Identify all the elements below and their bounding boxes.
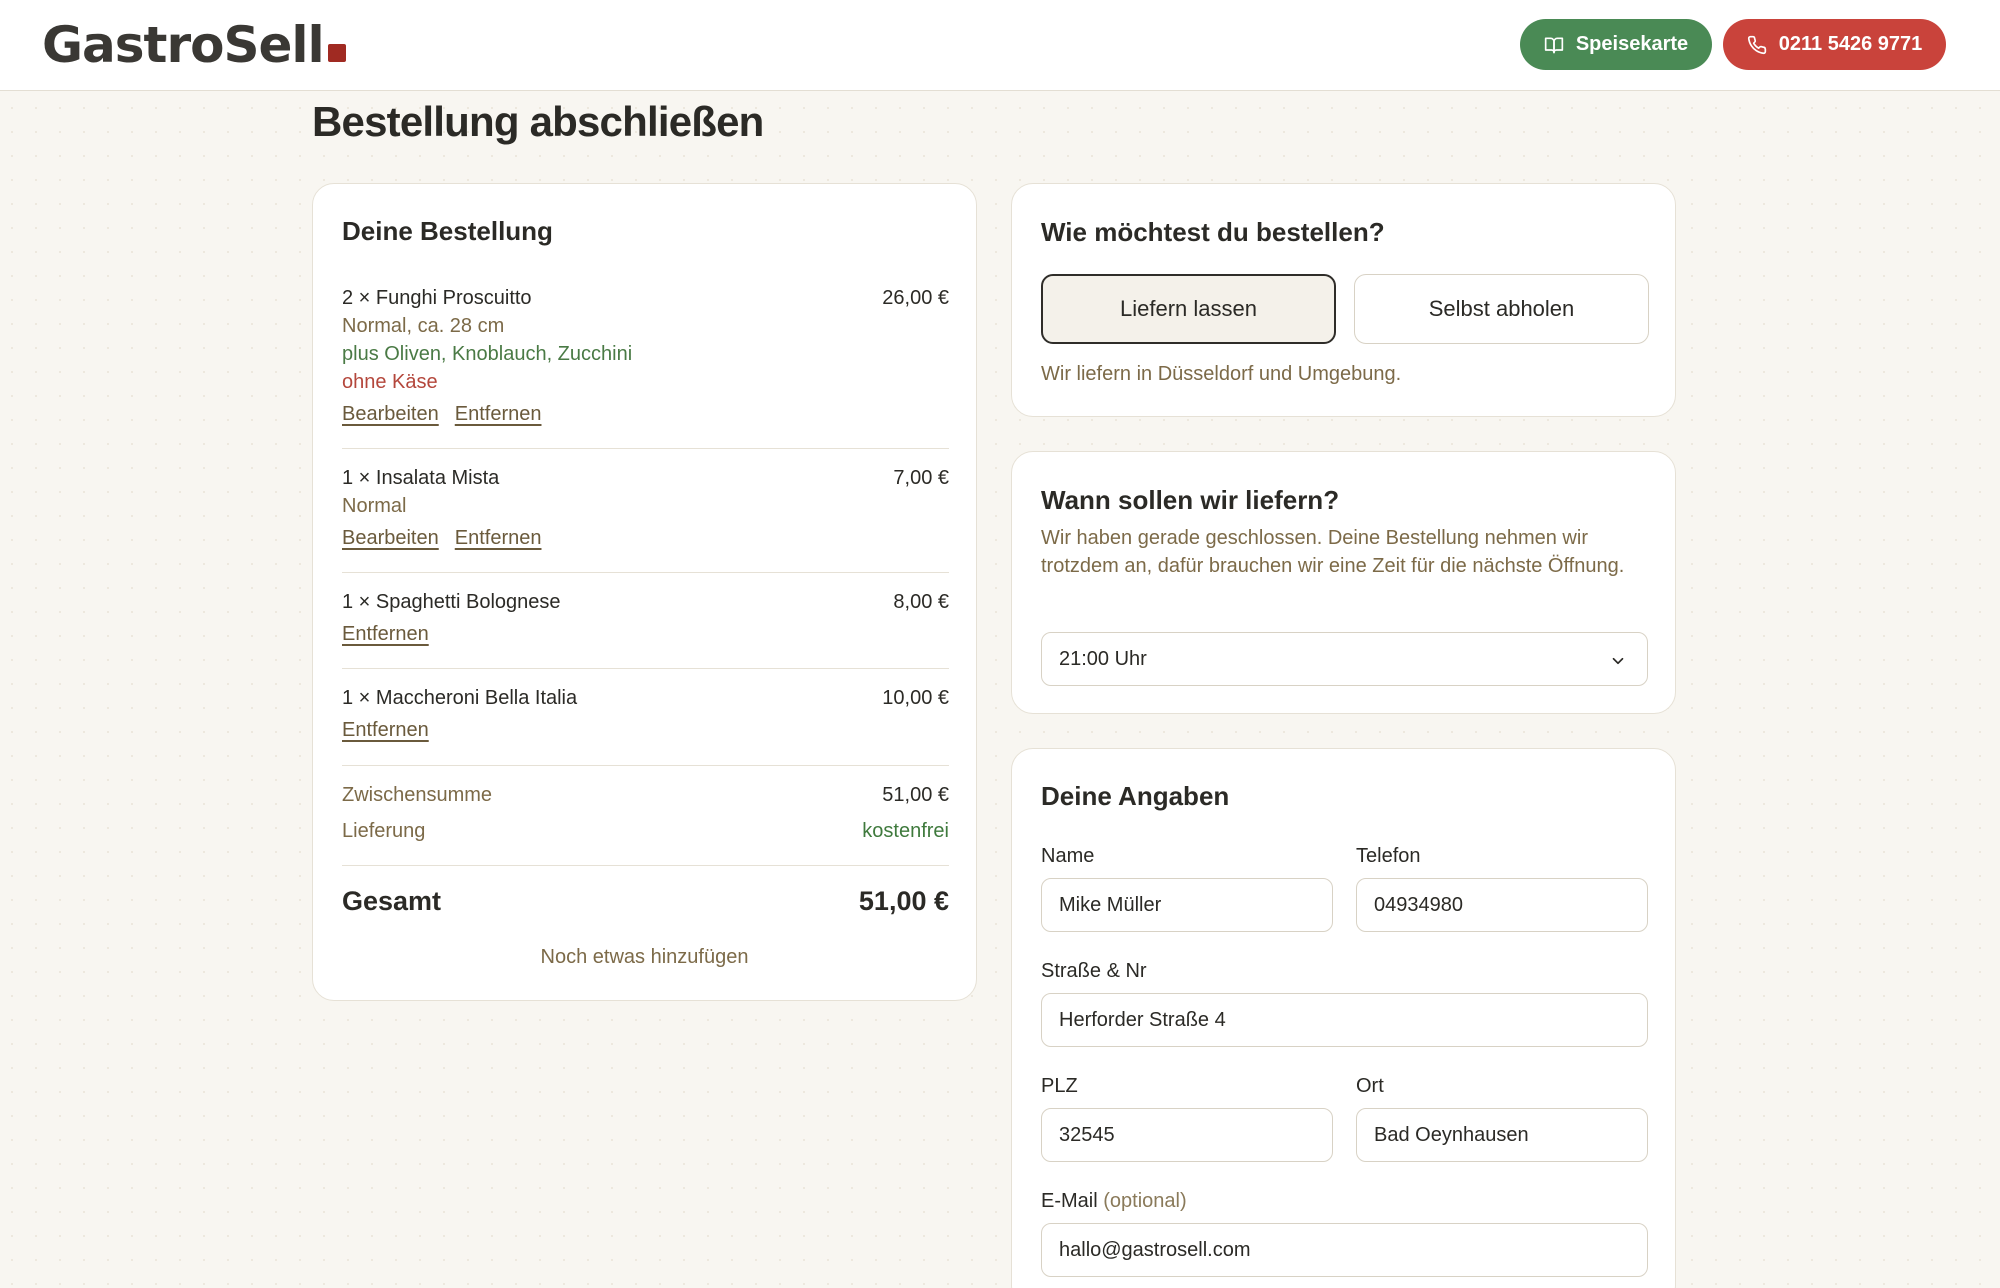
total-label: Gesamt xyxy=(342,886,442,916)
divider xyxy=(342,572,949,573)
subtotal-label: Zwischensumme xyxy=(342,784,493,806)
add-more-link[interactable]: Noch etwas hinzufügen xyxy=(313,946,976,969)
delivery-value: kostenfrei xyxy=(862,820,949,842)
logo-text: GastroSell xyxy=(42,16,325,74)
order-item: 1 × Spaghetti Bolognese 8,00 € Entfernen xyxy=(342,588,949,648)
divider xyxy=(342,448,949,449)
delivery-time-card: Wann sollen wir liefern? Wir haben gerad… xyxy=(1011,451,1676,714)
name-input[interactable] xyxy=(1041,878,1333,932)
item-name: 1 × Spaghetti Bolognese xyxy=(342,591,561,613)
item-name: 1 × Insalata Mista xyxy=(342,467,500,489)
edit-item-link[interactable]: Bearbeiten xyxy=(342,400,439,428)
details-title: Deine Angaben xyxy=(1041,781,1230,811)
item-name: 1 × Maccheroni Bella Italia xyxy=(342,687,578,709)
book-open-icon xyxy=(1544,37,1564,53)
order-item: 1 × Maccheroni Bella Italia 10,00 € Entf… xyxy=(342,684,949,744)
total-value: 51,00 € xyxy=(858,886,949,916)
method-title: Wie möchtest du bestellen? xyxy=(1041,217,1385,247)
subtotal-row: Zwischensumme 51,00 € xyxy=(342,781,949,809)
order-method-card: Wie möchtest du bestellen? Liefern lasse… xyxy=(1011,183,1676,417)
delivery-time-select[interactable]: 21:00 Uhr xyxy=(1041,632,1648,686)
city-label: Ort xyxy=(1356,1075,1384,1097)
email-label: E-Mail (optional) xyxy=(1041,1190,1187,1213)
order-title: Deine Bestellung xyxy=(342,216,553,246)
selected-time: 21:00 Uhr xyxy=(1059,647,1147,670)
item-extras: plus Oliven, Knoblauch, Zucchini xyxy=(342,343,633,365)
order-item: 1 × Insalata Mista 7,00 € Normal Bearbei… xyxy=(342,464,949,552)
logo-dot xyxy=(327,44,346,62)
total-row: Gesamt 51,00 € xyxy=(342,884,949,918)
divider xyxy=(342,865,949,866)
phone-input[interactable] xyxy=(1356,878,1648,932)
zip-input[interactable] xyxy=(1041,1108,1333,1162)
street-input[interactable] xyxy=(1041,993,1648,1047)
delivery-area-note: Wir liefern in Düsseldorf und Umgebung. xyxy=(1041,363,1402,385)
remove-item-link[interactable]: Entfernen xyxy=(342,716,429,744)
time-title: Wann sollen wir liefern? xyxy=(1041,485,1340,515)
remove-item-link[interactable]: Entfernen xyxy=(455,400,542,428)
phone-label: Telefon xyxy=(1356,845,1421,867)
street-label: Straße & Nr xyxy=(1041,960,1147,982)
email-optional-hint: (optional) xyxy=(1103,1190,1187,1212)
phone-button[interactable]: 0211 5426 9771 xyxy=(1723,19,1946,70)
item-price: 26,00 € xyxy=(882,287,949,309)
order-item: 2 × Funghi Proscuitto 26,00 € Normal, ca… xyxy=(342,284,949,428)
city-input[interactable] xyxy=(1356,1108,1648,1162)
logo[interactable]: GastroSell xyxy=(42,16,346,74)
delivery-row: Lieferung kostenfrei xyxy=(342,817,949,845)
email-input[interactable] xyxy=(1041,1223,1648,1277)
item-price: 10,00 € xyxy=(882,687,949,709)
page-title: Bestellung abschließen xyxy=(312,98,764,145)
top-bar: GastroSell Speisekarte 0211 5426 9771 xyxy=(0,0,2000,91)
menu-button-label: Speisekarte xyxy=(1575,33,1689,55)
divider xyxy=(342,765,949,766)
phone-icon xyxy=(1747,35,1766,54)
subtotal-value: 51,00 € xyxy=(882,784,949,806)
customer-details-card: Deine Angaben Name Telefon Straße & Nr P… xyxy=(1011,748,1676,1288)
menu-button[interactable]: Speisekarte xyxy=(1520,19,1712,70)
zip-label: PLZ xyxy=(1041,1075,1078,1097)
name-label: Name xyxy=(1041,845,1095,867)
item-removed: ohne Käse xyxy=(342,371,438,393)
edit-item-link[interactable]: Bearbeiten xyxy=(342,524,439,552)
order-summary-card: Deine Bestellung 2 × Funghi Proscuitto 2… xyxy=(312,183,977,1001)
item-name: 2 × Funghi Proscuitto xyxy=(342,287,532,309)
pickup-option-button[interactable]: Selbst abholen xyxy=(1354,274,1649,344)
delivery-option-button[interactable]: Liefern lassen xyxy=(1041,274,1336,344)
item-size: Normal xyxy=(342,495,407,517)
phone-button-label: 0211 5426 9771 xyxy=(1778,33,1923,55)
remove-item-link[interactable]: Entfernen xyxy=(455,524,542,552)
item-size: Normal, ca. 28 cm xyxy=(342,315,505,337)
chevron-down-icon xyxy=(1612,657,1624,665)
closed-notice: Wir haben gerade geschlossen. Deine Best… xyxy=(1041,527,1625,577)
email-label-text: E-Mail xyxy=(1041,1190,1098,1212)
item-price: 8,00 € xyxy=(893,591,949,613)
divider xyxy=(342,668,949,669)
item-price: 7,00 € xyxy=(893,467,949,489)
delivery-label: Lieferung xyxy=(342,820,426,842)
remove-item-link[interactable]: Entfernen xyxy=(342,620,429,648)
